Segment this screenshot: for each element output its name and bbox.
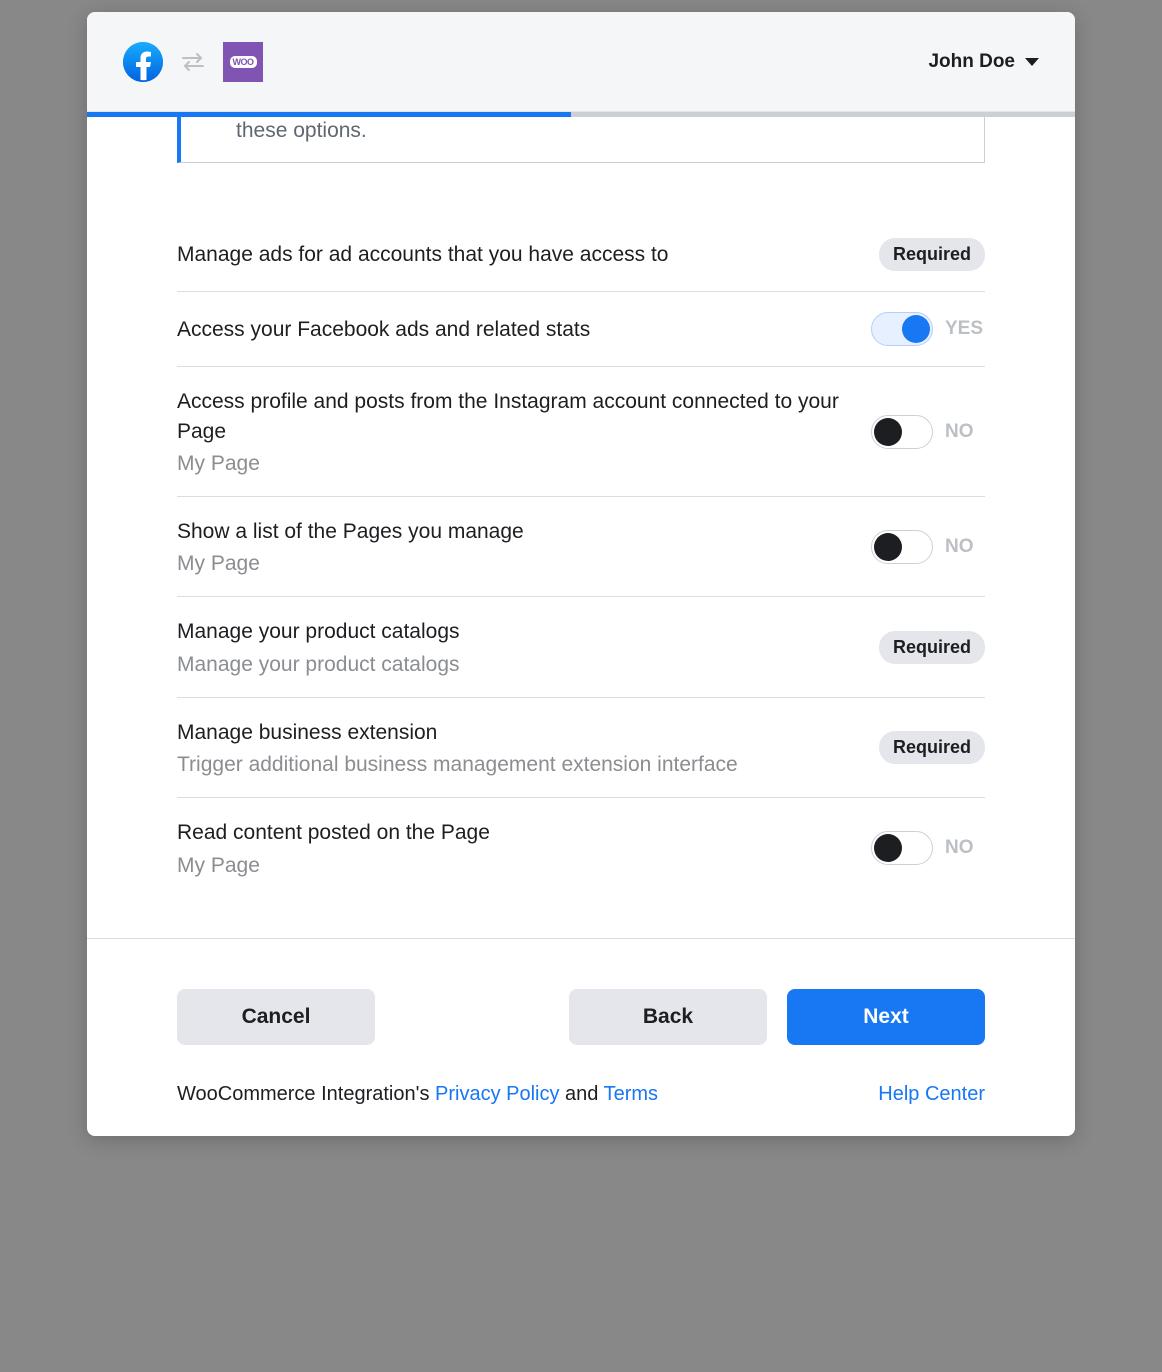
permission-text: Manage business extension Trigger additio…: [177, 718, 859, 777]
footer-buttons: Cancel Back Next: [87, 939, 1075, 1045]
permission-title: Manage business extension: [177, 718, 859, 747]
dialog-header: WOO John Doe: [87, 12, 1075, 112]
toggle-knob: [874, 418, 902, 446]
and-text: and: [559, 1083, 603, 1105]
permission-text: Show a list of the Pages you manage My Pa…: [177, 517, 851, 576]
user-name: John Doe: [928, 51, 1015, 73]
help-link[interactable]: Help Center: [878, 1083, 985, 1106]
progress-bar: [87, 112, 1075, 117]
permission-row: Manage business extension Trigger additio…: [177, 698, 985, 798]
terms-link[interactable]: Terms: [604, 1083, 658, 1105]
toggle-state-label: YES: [945, 318, 985, 340]
toggle-state-label: NO: [945, 536, 985, 558]
cancel-button[interactable]: Cancel: [177, 989, 375, 1045]
toggle-knob: [874, 834, 902, 862]
facebook-icon: [123, 42, 163, 82]
required-badge: Required: [879, 238, 985, 271]
permissions-dialog: WOO John Doe these options. Manage ads f…: [87, 12, 1075, 1136]
permission-subtitle: Trigger additional business management e…: [177, 753, 859, 777]
permission-subtitle: Manage your product catalogs: [177, 653, 859, 677]
permission-row: Access profile and posts from the Instag…: [177, 367, 985, 497]
permission-title: Access your Facebook ads and related sta…: [177, 315, 851, 344]
permission-text: Manage ads for ad accounts that you have…: [177, 240, 859, 269]
footer-links: WooCommerce Integration's Privacy Policy…: [87, 1045, 1075, 1136]
chevron-down-icon: [1025, 58, 1039, 66]
permission-control: Required: [879, 238, 985, 271]
permission-control: NO: [871, 415, 985, 449]
permission-toggle[interactable]: [871, 831, 933, 865]
permission-text: Manage your product catalogs Manage your …: [177, 617, 859, 676]
permission-text: Read content posted on the Page My Page: [177, 818, 851, 877]
permission-control: Required: [879, 731, 985, 764]
permission-title: Read content posted on the Page: [177, 818, 851, 847]
permission-row: Manage ads for ad accounts that you have…: [177, 218, 985, 292]
permission-control: Required: [879, 631, 985, 664]
privacy-link[interactable]: Privacy Policy: [435, 1083, 559, 1105]
required-badge: Required: [879, 631, 985, 664]
required-badge: Required: [879, 731, 985, 764]
permission-subtitle: My Page: [177, 854, 851, 878]
permissions-list: Manage ads for ad accounts that you have…: [177, 218, 985, 897]
toggle-state-label: NO: [945, 421, 985, 443]
permission-row: Show a list of the Pages you manage My Pa…: [177, 497, 985, 597]
permission-subtitle: My Page: [177, 552, 851, 576]
permission-control: NO: [871, 831, 985, 865]
permission-title: Manage ads for ad accounts that you have…: [177, 240, 859, 269]
permission-toggle[interactable]: [871, 530, 933, 564]
permission-row: Access your Facebook ads and related sta…: [177, 292, 985, 367]
toggle-knob: [874, 533, 902, 561]
permission-title: Show a list of the Pages you manage: [177, 517, 851, 546]
toggle-knob: [902, 315, 930, 343]
permission-text: Access your Facebook ads and related sta…: [177, 315, 851, 344]
back-button[interactable]: Back: [569, 989, 767, 1045]
permission-control: YES: [871, 312, 985, 346]
permission-row: Read content posted on the Page My Page NO: [177, 798, 985, 897]
permission-subtitle: My Page: [177, 452, 851, 476]
permissions-content: these options. Manage ads for ad account…: [87, 117, 1075, 898]
woocommerce-icon: WOO: [223, 42, 263, 82]
permission-toggle[interactable]: [871, 415, 933, 449]
swap-icon: [181, 53, 205, 71]
permission-row: Manage your product catalogs Manage your …: [177, 597, 985, 697]
permission-control: NO: [871, 530, 985, 564]
footer-legal: WooCommerce Integration's Privacy Policy…: [177, 1083, 658, 1106]
header-brands: WOO: [123, 42, 263, 82]
permission-title: Manage your product catalogs: [177, 617, 859, 646]
permission-title: Access profile and posts from the Instag…: [177, 387, 851, 446]
permission-toggle[interactable]: [871, 312, 933, 346]
integration-prefix: WooCommerce Integration's: [177, 1083, 435, 1105]
info-box-text: these options.: [236, 119, 367, 142]
toggle-state-label: NO: [945, 837, 985, 859]
next-button[interactable]: Next: [787, 989, 985, 1045]
info-box: these options.: [177, 117, 985, 163]
progress-fill: [87, 112, 571, 117]
user-menu[interactable]: John Doe: [928, 51, 1039, 73]
permission-text: Access profile and posts from the Instag…: [177, 387, 851, 476]
